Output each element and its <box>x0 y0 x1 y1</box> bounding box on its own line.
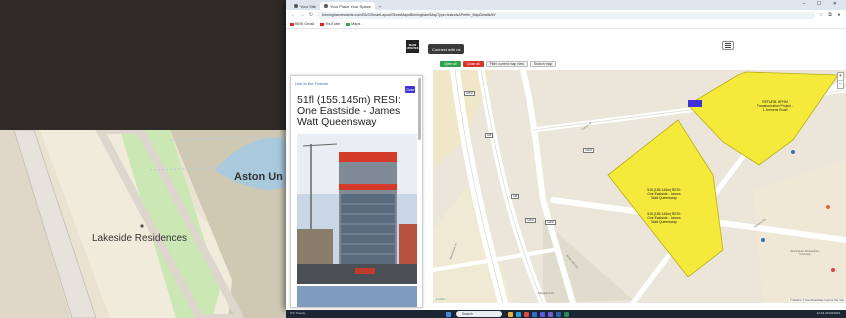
start-icon[interactable] <box>446 311 451 317</box>
youtube-icon <box>320 22 325 26</box>
road-label-eastside: Eastside Park <box>538 292 555 295</box>
new-tab-button[interactable]: + <box>375 2 385 10</box>
bookmark-label: Maps <box>351 22 361 26</box>
hamburger-menu-icon[interactable] <box>722 41 734 50</box>
tab-favicon-icon <box>294 4 298 8</box>
bookmark-maps[interactable]: Maps <box>346 22 360 26</box>
tab-bar: Your Site Your Place Your Space + – ☐ ✕ <box>286 0 846 10</box>
route-badge: A38 <box>511 194 520 199</box>
clock-date: 01/03/2024 <box>824 311 840 315</box>
back-button[interactable]: ← <box>290 12 296 18</box>
site-header: BHAM UPDATES Connect with us <box>286 29 846 59</box>
polygon-label-bphm: REFURB: BPHM Transformation Project - 1 … <box>756 100 794 112</box>
zoom-out-button[interactable]: − <box>838 80 843 88</box>
polygon-label-one-eastside-2: 51fl (155.145m) RESI: One Eastside - Jam… <box>647 212 681 224</box>
polygon-label-one-eastside: 51fl (155.145m) RESI: One Eastside - Jam… <box>647 188 681 200</box>
forward-button[interactable]: → <box>299 12 305 18</box>
feature-popup: Link to the Feature Close 51fl (155.145m… <box>290 75 423 308</box>
word-icon[interactable] <box>556 311 561 317</box>
leaflet-logo[interactable]: Leaflet <box>436 297 445 301</box>
background-map[interactable]: Lakeside Residences Aston Un <box>0 130 300 318</box>
feature-title: 51fl (155.145m) RESI: One Eastside - Jam… <box>297 94 401 128</box>
map-canvas[interactable]: A4540 A38 A38 A4400 A4400 A4400 Curzon S… <box>433 70 846 303</box>
tab-favicon-icon <box>324 4 329 8</box>
clock-time: 12:33 <box>816 311 825 315</box>
route-badge: A4400 <box>545 220 556 225</box>
taskbar-search[interactable]: Search <box>456 311 502 317</box>
popup-scrollbar[interactable] <box>418 78 421 140</box>
mail-icon[interactable] <box>532 311 537 317</box>
teams-icon[interactable] <box>548 311 553 317</box>
tab-label: Your Site <box>300 3 317 9</box>
logo-text: BHAM UPDATES <box>406 43 419 50</box>
building-photo-2 <box>297 286 417 307</box>
extensions-icon[interactable]: ⧉ <box>827 12 833 18</box>
open-all-button[interactable]: Open all <box>440 61 461 67</box>
weather-widget[interactable]: 9°C Cloudy <box>290 311 305 315</box>
close-all-button[interactable]: Close all <box>462 61 484 67</box>
window-controls[interactable]: – ☐ ✕ <box>803 1 842 7</box>
map-toolbar: Open all Close all Filter current map vi… <box>440 61 557 67</box>
zoom-in-button[interactable]: + <box>838 73 843 80</box>
store-icon[interactable] <box>540 311 545 317</box>
popup-close-button[interactable]: Close <box>405 86 415 93</box>
road-label-bpc: Birmingham Metropolitan University <box>790 250 820 256</box>
route-badge: A4400 <box>583 148 594 153</box>
edge-icon[interactable] <box>516 311 521 317</box>
tab-your-site[interactable]: Your Site <box>290 2 320 10</box>
route-badge: A38 <box>485 133 494 138</box>
zoom-control: + − <box>837 72 844 89</box>
connect-button[interactable]: Connect with us <box>428 44 465 54</box>
file-explorer-icon[interactable] <box>508 311 513 317</box>
chrome-icon[interactable] <box>524 311 529 317</box>
aston-university-label: Aston Un <box>234 171 283 183</box>
building-photo <box>297 134 417 284</box>
filter-map-view-button[interactable]: Filter current map view <box>485 61 528 67</box>
address-bar: ← → ↻ birminghamrewards.com/BUS/SmartLay… <box>286 10 846 20</box>
site-logo[interactable]: BHAM UPDATES <box>406 40 419 53</box>
reload-button[interactable]: ↻ <box>308 12 314 18</box>
route-badge: A4400 <box>525 218 536 223</box>
screenshot-root: Lakeside Residences Aston Un Your Site Y… <box>0 0 846 318</box>
maps-icon <box>346 22 351 26</box>
bookmarks-bar: BMS Gmail YouTube Maps <box>286 20 846 29</box>
gmail-icon <box>290 22 294 26</box>
system-tray-clock[interactable]: 12:33 01/03/2024 <box>817 311 840 315</box>
windows-taskbar: 9°C Cloudy Search 12:33 01/03/2024 <box>286 310 846 318</box>
bookmark-star-icon[interactable]: ☆ <box>818 12 824 18</box>
tab-your-place[interactable]: Your Place Your Space <box>320 2 375 10</box>
bookmark-youtube[interactable]: YouTube <box>320 22 340 26</box>
feature-link[interactable]: Link to the Feature <box>295 81 328 86</box>
browser-window: Your Site Your Place Your Space + – ☐ ✕ … <box>286 0 846 310</box>
background-map-graphics <box>0 130 300 318</box>
tab-label: Your Place Your Space <box>330 3 371 9</box>
bookmark-gmail[interactable]: BMS Gmail <box>290 22 314 26</box>
profile-icon[interactable]: ● <box>836 12 842 18</box>
building-photo-graphics <box>297 134 417 284</box>
route-badge: A4540 <box>464 91 475 96</box>
search-map-button[interactable]: Search map <box>529 61 557 67</box>
url-field[interactable]: birminghamrewards.com/BUS/SmartLayout/Sh… <box>317 11 815 19</box>
bookmark-label: YouTube <box>325 22 341 26</box>
web-page: BHAM UPDATES Connect with us Open all Cl… <box>286 29 846 308</box>
lakeside-residences-label: Lakeside Residences <box>92 233 188 244</box>
map-attribution[interactable]: © Mapbox © OpenStreetMap Improve this ma… <box>788 299 845 302</box>
bookmark-label: BMS Gmail <box>295 22 315 26</box>
excel-icon[interactable] <box>564 311 569 317</box>
